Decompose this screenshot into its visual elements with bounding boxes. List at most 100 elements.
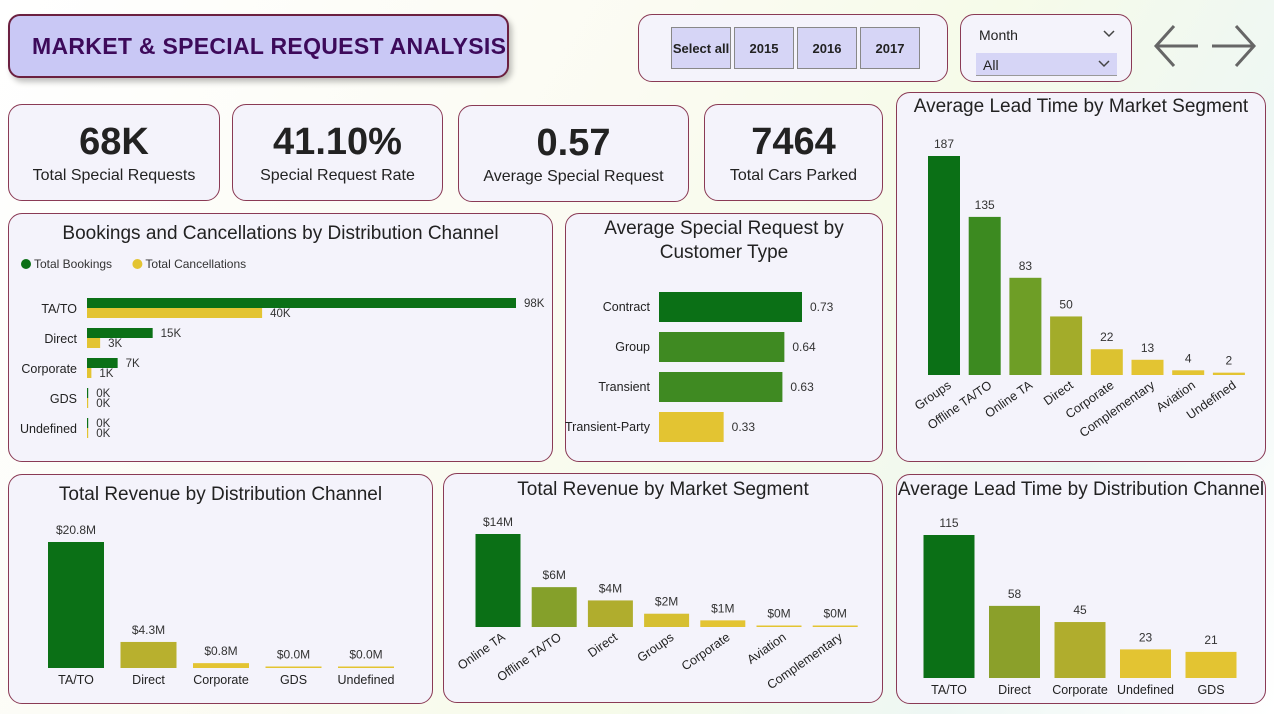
kpi-value: 41.10%	[273, 120, 402, 163]
data-label: 135	[975, 198, 995, 212]
legend-label: Total Bookings	[34, 257, 112, 271]
bar	[87, 328, 153, 338]
arrow-right-icon[interactable]	[1210, 22, 1258, 70]
bar	[812, 625, 858, 627]
data-label: $14M	[483, 515, 513, 529]
bar	[587, 600, 633, 627]
axis-tick-label: Aviation	[744, 630, 788, 667]
kpi-label: Special Request Rate	[260, 166, 415, 184]
axis-tick-label: Corporate	[1052, 683, 1108, 697]
month-slicer-label: Month	[979, 27, 1018, 43]
revenue-channel-svg: $20.8M TA/TO $4.3M Direct $0.8M Corporate $0.0…	[48, 523, 395, 687]
kpi-value: 7464	[751, 120, 836, 163]
axis-tick-label: TA/TO	[931, 683, 967, 697]
data-label: $20.8M	[56, 523, 96, 537]
bar	[1131, 359, 1164, 375]
data-label: $6M	[543, 568, 566, 582]
year-2016-button[interactable]: 2016	[797, 27, 857, 69]
chart-avg-special-request-customer: Average Special Request by Customer Type…	[565, 213, 883, 462]
data-label: 3K	[108, 338, 122, 350]
revenue-market-svg: $14MOnline TA$6MOffline TA/TO$4MDirect$2…	[455, 515, 858, 692]
arrow-left-icon[interactable]	[1152, 22, 1200, 70]
kpi-special-request-rate: 41.10% Special Request Rate	[232, 104, 443, 201]
bar	[87, 308, 263, 318]
chevron-down-icon	[1098, 60, 1110, 68]
year-2015-button[interactable]: 2015	[734, 27, 794, 69]
bar	[87, 358, 118, 368]
kpi-value: 0.57	[536, 121, 611, 164]
year-2017-button[interactable]: 2017	[860, 27, 920, 69]
chart-avg-lead-time-channel: Average Lead Time by Distribution Channe…	[896, 474, 1266, 704]
data-label: 0.64	[792, 340, 816, 354]
data-label: 0.63	[790, 380, 814, 394]
axis-tick-label: Complementary	[1077, 378, 1158, 441]
bar	[1185, 651, 1237, 678]
bar	[48, 542, 104, 668]
bar	[338, 666, 394, 668]
bar	[87, 398, 89, 408]
data-label: 40K	[270, 308, 291, 320]
data-label: 22	[1100, 330, 1114, 344]
bar	[756, 625, 802, 627]
axis-tick-label: GDS	[280, 673, 307, 687]
bar	[1054, 622, 1106, 678]
bar	[87, 298, 516, 308]
kpi-total-cars-parked: 7464 Total Cars Parked	[704, 104, 883, 201]
axis-tick-label: Transient-Party	[565, 420, 651, 434]
bar	[968, 216, 1001, 375]
bar	[1009, 277, 1042, 375]
year-select-all-button[interactable]: Select all	[671, 27, 731, 69]
kpi-label: Total Cars Parked	[729, 166, 858, 184]
bar	[120, 641, 177, 668]
data-label: $4.3M	[132, 623, 165, 637]
data-label: $1M	[711, 601, 734, 615]
bar	[659, 412, 724, 442]
data-label: $0.0M	[349, 648, 382, 662]
data-label: 4	[1185, 351, 1192, 365]
axis-tick-label: Groups	[635, 630, 677, 665]
bar	[87, 388, 89, 398]
axis-tick-label: Direct	[998, 683, 1031, 697]
bar	[193, 663, 249, 668]
axis-tick-label: Corporate	[193, 673, 249, 687]
chart-revenue-channel: Total Revenue by Distribution Channel $2…	[8, 474, 433, 704]
data-label: 98K	[524, 298, 545, 310]
bar	[87, 428, 89, 438]
bar	[1090, 349, 1123, 375]
data-label: 13	[1141, 341, 1155, 355]
month-dropdown[interactable]: All	[976, 53, 1117, 76]
kpi-value: 68K	[79, 120, 149, 163]
year-slicer: Select all 2015 2016 2017	[638, 14, 948, 82]
bar	[1120, 649, 1171, 678]
avg-special-request-svg: Contract 0.73 Group 0.64 Transient 0.63 Transi…	[565, 292, 834, 442]
data-label: $0.0M	[277, 648, 310, 662]
data-label: 1K	[99, 368, 113, 380]
data-label: 115	[939, 516, 958, 530]
month-slicer: Month All	[960, 14, 1132, 82]
bar	[87, 338, 101, 348]
data-label: 0.33	[732, 420, 756, 434]
data-label: 58	[1008, 587, 1022, 601]
bar	[659, 372, 783, 402]
page-title: MARKET & SPECIAL REQUEST ANALYSIS	[32, 32, 507, 59]
bar	[265, 666, 322, 668]
axis-tick-label: GDS	[50, 392, 77, 406]
bar	[989, 605, 1040, 678]
chart-avg-lead-time-market: Average Lead Time by Market Segment 187 G…	[896, 92, 1266, 462]
data-label: $0.8M	[204, 644, 237, 658]
bar	[475, 534, 521, 627]
axis-tick-label: Direct	[132, 673, 165, 687]
data-label: $0M	[767, 607, 790, 621]
bar	[659, 332, 785, 362]
data-label: 21	[1204, 633, 1218, 647]
data-label: 0.73	[810, 300, 834, 314]
axis-tick-label: Direct	[44, 332, 77, 346]
chevron-down-icon[interactable]	[1102, 29, 1116, 39]
axis-tick-label: Group	[615, 340, 650, 354]
bar	[928, 156, 960, 375]
axis-tick-label: TA/TO	[41, 302, 77, 316]
avg-lead-time-market-svg: 187Groups135Offline TA/TO83Online TA50Di…	[912, 137, 1245, 441]
data-label: $4M	[599, 581, 622, 595]
data-label: 15K	[161, 328, 182, 340]
legend-label: Total Cancellations	[145, 257, 246, 271]
